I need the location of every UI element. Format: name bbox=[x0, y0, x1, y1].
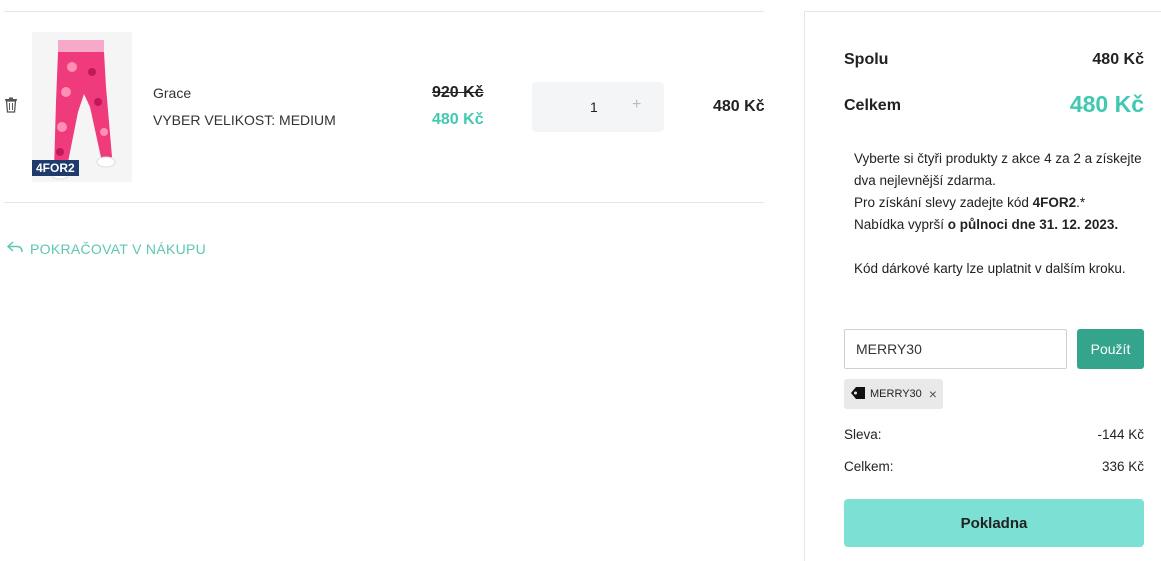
new-price: 480 Kč bbox=[432, 111, 484, 128]
continue-shopping-link[interactable]: POKRAČOVAT V NÁKUPU bbox=[6, 240, 206, 257]
product-name[interactable]: Grace bbox=[153, 85, 191, 101]
applied-coupon-code: MERRY30 bbox=[870, 388, 922, 400]
checkout-button[interactable]: Pokladna bbox=[844, 499, 1144, 547]
remove-coupon-icon[interactable]: × bbox=[929, 386, 937, 402]
quantity-plus-button[interactable]: + bbox=[632, 96, 641, 114]
discount-value: -144 Kč bbox=[1097, 427, 1144, 442]
quantity-stepper[interactable] bbox=[532, 82, 664, 132]
promo-text: Vyberte si čtyři produkty z akce 4 za 2 … bbox=[854, 148, 1144, 280]
promo-deadline: o půlnoci dne 31. 12. 2023. bbox=[947, 217, 1119, 232]
line-total: 480 Kč bbox=[713, 98, 765, 115]
coupon-input[interactable] bbox=[844, 329, 1067, 369]
total-label: Celkem bbox=[844, 97, 901, 114]
reply-arrow-icon bbox=[6, 240, 24, 257]
giftcard-note: Kód dárkové karty lze uplatnit v dalším … bbox=[854, 261, 1126, 276]
trash-icon[interactable] bbox=[4, 97, 18, 113]
final-total-label: Celkem: bbox=[844, 459, 894, 474]
promo-code: 4FOR2 bbox=[1032, 195, 1077, 210]
item-divider bbox=[4, 202, 764, 203]
promo-line-3: Nabídka vyprší o půlnoci dne 31. 12. 202… bbox=[854, 217, 1119, 232]
subtotal-label: Spolu bbox=[844, 51, 889, 68]
continue-shopping-label: POKRAČOVAT V NÁKUPU bbox=[30, 240, 207, 257]
product-variant: VYBER VELIKOST: MEDIUM bbox=[153, 112, 336, 128]
old-price: 920 Kč bbox=[432, 84, 484, 101]
apply-coupon-button[interactable]: Použít bbox=[1077, 329, 1144, 369]
subtotal-value: 480 Kč bbox=[1092, 51, 1144, 68]
product-image[interactable]: 4FOR2 bbox=[32, 32, 132, 182]
final-total-value: 336 Kč bbox=[1101, 459, 1144, 474]
promo-line-1: Vyberte si čtyři produkty z akce 4 za 2 … bbox=[854, 151, 1142, 188]
applied-coupon-tag: MERRY30 × bbox=[844, 379, 943, 409]
quantity-value[interactable]: 1 bbox=[590, 99, 598, 115]
promo-badge: 4FOR2 bbox=[32, 160, 79, 176]
total-value: 480 Kč bbox=[1069, 91, 1144, 117]
promo-line-2: Pro získání slevy zadejte kód 4FOR2.* bbox=[854, 195, 1086, 210]
discount-label: Sleva: bbox=[844, 427, 882, 442]
top-divider bbox=[4, 11, 764, 12]
tag-icon bbox=[850, 386, 866, 403]
